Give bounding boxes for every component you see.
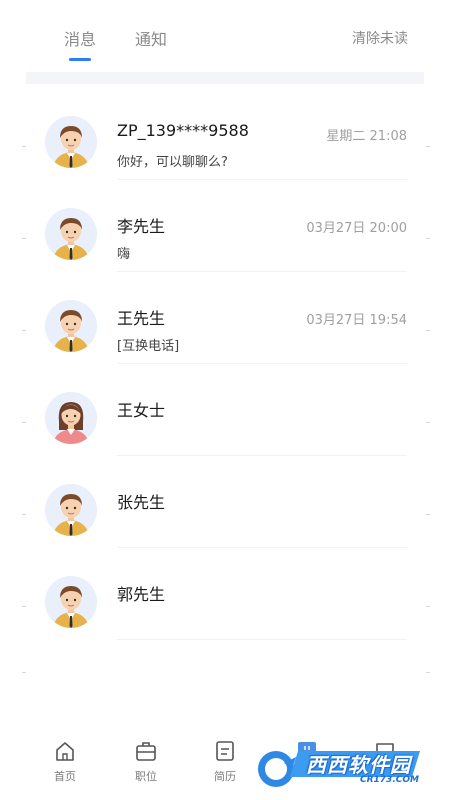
- watermark-subtext: CR173.COM: [360, 775, 419, 785]
- contact-name: 王先生: [117, 309, 166, 328]
- contact-name: 王女士: [117, 401, 166, 420]
- female-avatar-icon: [45, 392, 97, 444]
- top-tab-bar: 消息 通知 清除未读: [0, 0, 450, 72]
- divider-tick: [22, 146, 26, 147]
- divider-tick: [22, 238, 26, 239]
- male-avatar-icon: [45, 116, 97, 168]
- contact-name: 李先生: [117, 217, 166, 236]
- divider-tick: [22, 672, 26, 673]
- male-avatar-icon: [45, 300, 97, 352]
- message-preview: 你好，可以聊聊么?: [117, 155, 228, 170]
- watermark-text: 西西软件园: [306, 753, 411, 777]
- message-time: 03月27日 19:54: [306, 313, 407, 328]
- divider-tick: [22, 330, 26, 331]
- home-icon: [54, 740, 76, 762]
- divider-tick: [426, 606, 430, 607]
- nav-resume-label: 简历: [214, 770, 236, 783]
- male-avatar-icon: [45, 484, 97, 536]
- nav-home-label: 首页: [54, 770, 76, 783]
- active-tab-indicator: [69, 58, 91, 61]
- clear-unread-button[interactable]: 清除未读: [352, 28, 408, 48]
- contact-name: 张先生: [117, 493, 166, 512]
- nav-jobs-label: 职位: [135, 770, 157, 783]
- divider-tick: [426, 238, 430, 239]
- message-preview: [互换电话]: [117, 339, 180, 354]
- header-divider: [26, 72, 424, 84]
- divider-tick: [426, 672, 430, 673]
- divider-tick: [22, 606, 26, 607]
- nav-resume[interactable]: 简历: [200, 740, 250, 784]
- tab-messages[interactable]: 消息: [64, 26, 96, 50]
- message-time: 03月27日 20:00: [306, 221, 407, 236]
- contact-name: ZP_139****9588: [117, 121, 249, 140]
- nav-home[interactable]: 首页: [40, 740, 90, 784]
- conversation-row[interactable]: 张先生: [0, 456, 450, 548]
- briefcase-icon: [135, 740, 157, 762]
- divider-tick: [426, 514, 430, 515]
- divider-tick: [426, 330, 430, 331]
- conversation-row[interactable]: 郭先生: [0, 548, 450, 640]
- conversation-row[interactable]: 王先生 [互换电话] 03月27日 19:54: [0, 272, 450, 364]
- male-avatar-icon: [45, 576, 97, 628]
- contact-name: 郭先生: [117, 585, 166, 604]
- message-time: 星期二 21:08: [326, 129, 407, 144]
- nav-jobs[interactable]: 职位: [121, 740, 171, 784]
- divider-tick: [426, 146, 430, 147]
- tab-notifications[interactable]: 通知: [135, 26, 167, 50]
- conversation-row[interactable]: ZP_139****9588 你好，可以聊聊么? 星期二 21:08: [0, 88, 450, 180]
- resume-icon: [214, 740, 236, 762]
- divider-tick: [426, 422, 430, 423]
- watermark-logo: 西西软件园 CR173.COM: [248, 747, 430, 791]
- message-preview: 嗨: [117, 247, 131, 262]
- conversation-row[interactable]: 王女士: [0, 364, 450, 456]
- divider-tick: [22, 514, 26, 515]
- conversation-row[interactable]: 李先生 嗨 03月27日 20:00: [0, 180, 450, 272]
- row-divider: [117, 639, 407, 640]
- divider-tick: [22, 422, 26, 423]
- male-avatar-icon: [45, 208, 97, 260]
